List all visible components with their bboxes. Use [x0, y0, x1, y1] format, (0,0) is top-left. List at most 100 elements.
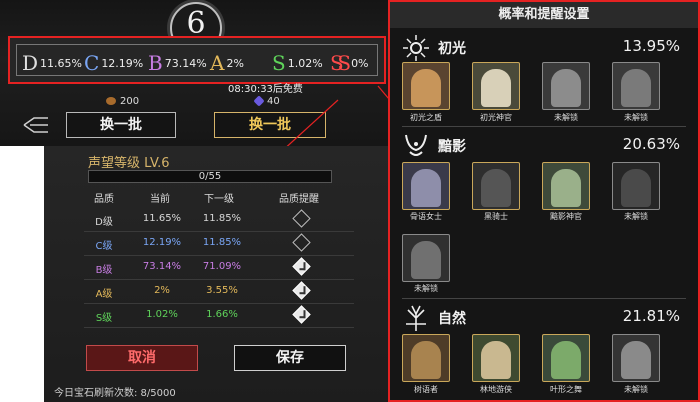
- tree-icon: [406, 305, 426, 331]
- hero-portrait: [481, 169, 511, 207]
- hero-portrait: [411, 69, 441, 107]
- cost-gem-value: 40: [267, 96, 280, 107]
- current-rate-cell: 11.65%: [142, 213, 182, 224]
- coin-icon: [106, 97, 116, 105]
- hero-portrait: [621, 341, 651, 379]
- hero-portrait: [621, 69, 651, 107]
- section-name-light: 初光: [438, 41, 466, 57]
- reminder-checkbox[interactable]: [292, 209, 311, 228]
- hero-portrait: [551, 69, 581, 107]
- hero-card-label: 初光神官: [480, 113, 512, 122]
- hero-portrait: [481, 341, 511, 379]
- hero-portrait: [551, 341, 581, 379]
- grade-c-glyph: C: [84, 51, 100, 75]
- reputation-progress-bar: 0/55: [88, 170, 332, 183]
- rate-a-value: 2%: [226, 57, 244, 70]
- rate-d: D 11.65%: [22, 51, 82, 75]
- hero-card[interactable]: [472, 162, 520, 210]
- gacha-banner: 6 D 11.65% C 12.19% B 73.14% A 2% S 1.02% SS 0…: [0, 0, 393, 146]
- rate-a: A 2%: [210, 51, 244, 75]
- hero-portrait: [621, 169, 651, 207]
- hero-card[interactable]: [402, 334, 450, 382]
- hero-card[interactable]: [402, 162, 450, 210]
- gem-icon: [253, 95, 265, 107]
- rate-summary-box[interactable]: D 11.65% C 12.19% B 73.14% A 2% S 1.02% SS 0%: [8, 36, 386, 84]
- locked-hero-card[interactable]: [612, 162, 660, 210]
- hero-card[interactable]: [472, 62, 520, 110]
- free-refresh-timer: 08:30:33后免费: [228, 84, 303, 95]
- section-header-nature[interactable]: 自然 21.81%: [398, 304, 690, 334]
- table-row: D级 11.65% 11.85%: [84, 208, 354, 232]
- table-row: B级 73.14% 71.09%: [84, 256, 354, 280]
- reminder-checkbox-checked[interactable]: [292, 305, 311, 324]
- section-divider: [402, 298, 686, 299]
- hero-card[interactable]: [542, 334, 590, 382]
- column-header: 当前: [150, 194, 170, 205]
- current-rate-cell: 73.14%: [142, 261, 182, 272]
- grade-cell: D级: [95, 217, 113, 228]
- hero-portrait: [411, 341, 441, 379]
- reminder-checkbox-checked[interactable]: [292, 281, 311, 300]
- probability-panel: 概率和提醒设置 初光 13.95% 初光之盾 初光神官 未解锁 未解锁 黯影 2…: [388, 0, 700, 402]
- sun-icon: [403, 35, 429, 61]
- hero-card[interactable]: [472, 334, 520, 382]
- locked-hero-card[interactable]: [542, 62, 590, 110]
- rate-s-value: 1.02%: [287, 57, 323, 70]
- reminder-checkbox[interactable]: [292, 233, 311, 252]
- hero-card-label: 未解锁: [414, 284, 438, 293]
- hero-portrait: [481, 69, 511, 107]
- column-header: 品质: [94, 194, 114, 205]
- rate-ss: SS 0%: [330, 51, 369, 75]
- rate-b: B 73.14%: [148, 51, 207, 75]
- locked-hero-card[interactable]: [612, 62, 660, 110]
- column-header: 下一级: [204, 194, 234, 205]
- refresh-batch-gold-button[interactable]: 换一批: [66, 112, 176, 138]
- table-row: C级 12.19% 11.85%: [84, 232, 354, 256]
- grade-cell: B级: [95, 265, 113, 276]
- next-rate-cell: 11.85%: [202, 213, 242, 224]
- hero-portrait: [551, 169, 581, 207]
- grade-b-glyph: B: [148, 51, 163, 75]
- back-arrow-icon[interactable]: [22, 116, 50, 134]
- hero-card-label: 叶形之舞: [550, 385, 582, 394]
- reminder-checkbox-checked[interactable]: [292, 257, 311, 276]
- cost-gem: 40: [253, 95, 280, 107]
- hero-card[interactable]: [542, 162, 590, 210]
- reputation-level-title: 声望等级 LV.6: [88, 156, 170, 171]
- current-rate-cell: 12.19%: [142, 237, 182, 248]
- rate-b-value: 73.14%: [164, 57, 207, 70]
- hero-card-label: 未解锁: [624, 385, 648, 394]
- hero-portrait: [411, 241, 441, 279]
- section-name-nature: 自然: [438, 311, 466, 327]
- grade-cell: A级: [95, 289, 113, 300]
- section-header-shadow[interactable]: 黯影 20.63%: [398, 132, 690, 162]
- hero-card-label: 未解锁: [554, 113, 578, 122]
- hero-card-label: 树语者: [414, 385, 438, 394]
- section-percent-light: 13.95%: [622, 37, 680, 55]
- column-header: 品质提醒: [279, 194, 319, 205]
- reputation-dialog: 声望等级 LV.6 0/55 品质 当前 下一级 品质提醒 D级 11.65% …: [44, 146, 388, 402]
- table-row: A级 2% 3.55%: [84, 280, 354, 304]
- refresh-batch-gem-button[interactable]: 换一批: [214, 112, 326, 138]
- next-rate-cell: 3.55%: [206, 285, 238, 296]
- cancel-button[interactable]: 取消: [86, 345, 198, 371]
- next-rate-cell: 1.66%: [206, 309, 238, 320]
- next-rate-cell: 71.09%: [202, 261, 242, 272]
- grade-cell: C级: [95, 241, 113, 252]
- grade-d-glyph: D: [22, 51, 39, 75]
- hero-card-label: 骨语女士: [410, 212, 442, 221]
- rate-c: C 12.19%: [84, 51, 143, 75]
- rate-c-value: 12.19%: [101, 57, 144, 70]
- save-button[interactable]: 保存: [234, 345, 346, 371]
- locked-hero-card[interactable]: [612, 334, 660, 382]
- section-percent-nature: 21.81%: [622, 307, 680, 325]
- grade-s-glyph: S: [272, 51, 286, 75]
- locked-hero-card[interactable]: [402, 234, 450, 282]
- hero-card[interactable]: [402, 62, 450, 110]
- table-row: S级 1.02% 1.66%: [84, 304, 354, 328]
- grade-a-glyph: A: [210, 51, 225, 75]
- cost-gold: 200: [106, 96, 139, 107]
- section-header-light[interactable]: 初光 13.95%: [398, 34, 690, 64]
- current-rate-cell: 2%: [154, 285, 170, 296]
- hero-card-label: 未解锁: [624, 212, 648, 221]
